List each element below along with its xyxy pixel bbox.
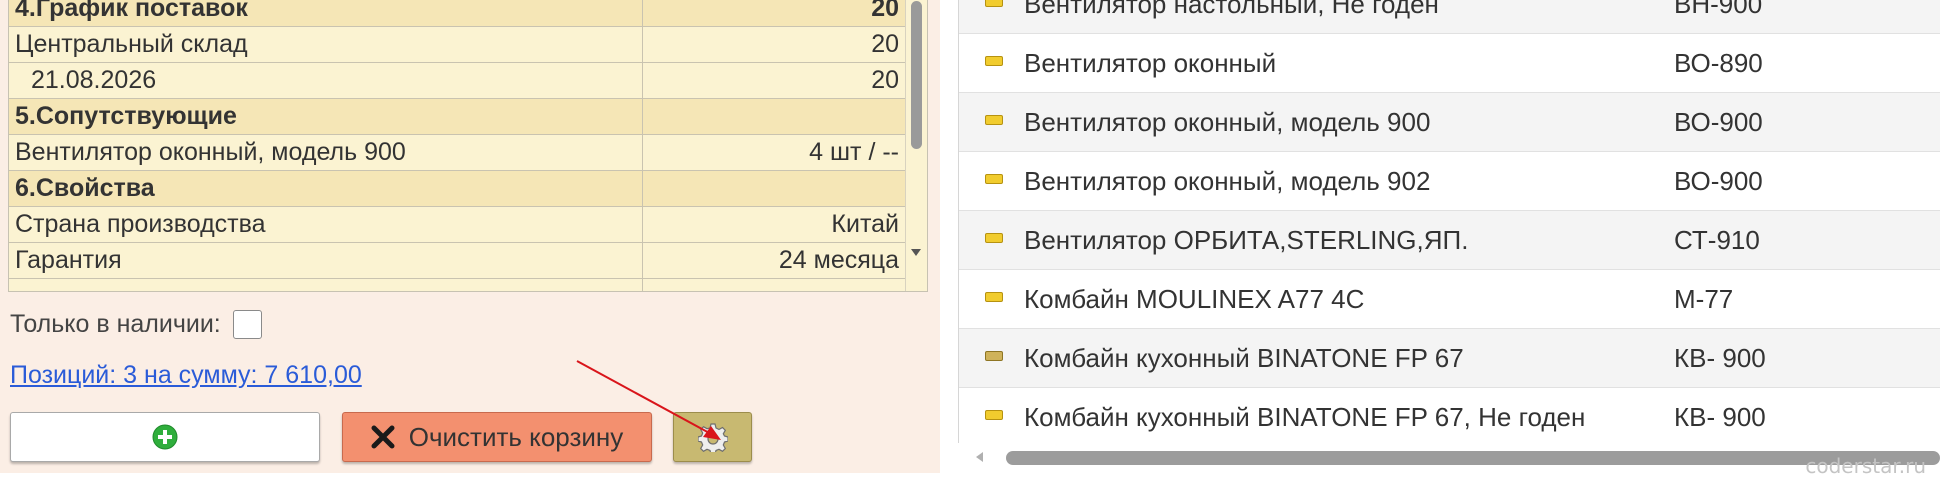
annotation-arrow — [576, 360, 721, 440]
table-row[interactable]: 6.Свойства — [9, 170, 906, 207]
item-icon — [985, 292, 1003, 302]
scrollbar-thumb[interactable] — [911, 1, 922, 149]
product-code: СТ-910 — [1674, 225, 1760, 255]
list-item[interactable]: Вентилятор оконный, модель 900 ВО-900 — [959, 93, 1940, 152]
product-code: ВО-890 — [1674, 48, 1763, 78]
add-button[interactable] — [10, 412, 320, 462]
row-name: 21.08.2026 — [9, 62, 643, 99]
row-value: 20 — [642, 26, 906, 63]
row-value: 20 — [642, 62, 906, 99]
row-name: Гарантия — [9, 242, 643, 279]
table-row[interactable]: Центральный склад 20 — [9, 26, 906, 63]
list-item[interactable]: Комбайн MOULINEX A77 4C М-77 — [959, 270, 1940, 329]
only-in-stock-label: Только в наличии: — [10, 310, 221, 338]
only-in-stock-filter: Только в наличии: — [10, 310, 262, 339]
watermark: coderstar.ru — [1805, 454, 1926, 478]
cart-panel: 4.График поставок 20 Центральный склад 2… — [0, 0, 940, 473]
row-name: 6.Свойства — [9, 170, 643, 207]
table-row[interactable]: Гарантия 24 месяца — [9, 242, 906, 279]
only-in-stock-checkbox[interactable] — [232, 310, 262, 339]
list-item[interactable]: Комбайн кухонный BINATONE FP 67, Не годе… — [959, 388, 1940, 447]
row-value — [642, 170, 906, 207]
product-code: ВН-900 — [1674, 0, 1763, 19]
table-row[interactable]: Страна производства Китай — [9, 206, 906, 243]
table-row[interactable]: Вентилятор оконный, модель 900 4 шт / -- — [9, 134, 906, 171]
product-name: Вентилятор оконный, модель 902 — [1024, 166, 1431, 196]
list-item[interactable]: Вентилятор ОРБИТА,STERLING,ЯП. СТ-910 — [959, 211, 1940, 270]
plus-circle-icon — [152, 424, 178, 450]
list-item[interactable]: Комбайн кухонный BINATONE FP 67 КВ- 900 — [959, 329, 1940, 388]
scroll-down-arrow-icon[interactable] — [911, 249, 921, 256]
item-icon — [985, 233, 1003, 243]
row-name: Центральный склад — [9, 26, 643, 63]
item-icon — [985, 56, 1003, 66]
horizontal-scrollbar[interactable] — [958, 443, 1940, 473]
product-name: Вентилятор оконный, модель 900 — [1024, 107, 1431, 137]
row-value — [642, 98, 906, 135]
product-name: Вентилятор оконный — [1024, 48, 1277, 78]
list-item[interactable]: Вентилятор оконный, модель 902 ВО-900 — [959, 152, 1940, 211]
row-name: Страна производства — [9, 206, 643, 243]
product-list: Вентилятор настольный, Не годен ВН-900 В… — [958, 0, 1940, 473]
table-row[interactable]: 21.08.2026 20 — [9, 62, 906, 99]
table-row[interactable]: 5.Сопутствующие — [9, 98, 906, 135]
list-item[interactable]: Вентилятор оконный ВО-890 — [959, 34, 1940, 93]
product-name: Вентилятор настольный, Не годен — [1024, 0, 1439, 19]
row-value — [642, 278, 906, 291]
item-icon — [985, 351, 1003, 361]
product-code: КВ- 900 — [1674, 402, 1766, 432]
product-code: ВО-900 — [1674, 107, 1763, 137]
list-item[interactable]: Вентилятор настольный, Не годен ВН-900 — [959, 0, 1940, 34]
product-name: Комбайн кухонный BINATONE FP 67, Не годе… — [1024, 402, 1586, 432]
item-icon — [985, 410, 1003, 420]
row-name: 4.График поставок — [9, 0, 643, 27]
item-icon — [985, 174, 1003, 184]
footer-strip — [0, 473, 1940, 490]
vertical-scrollbar[interactable] — [905, 0, 927, 291]
row-name: 5.Сопутствующие — [9, 98, 643, 135]
x-icon — [371, 425, 395, 449]
product-name: Вентилятор ОРБИТА,STERLING,ЯП. — [1024, 225, 1469, 255]
product-code: КВ- 900 — [1674, 343, 1766, 373]
row-value: 4 шт / -- — [642, 134, 906, 171]
product-code: ВО-900 — [1674, 166, 1763, 196]
item-icon — [985, 115, 1003, 125]
scrollbar-thumb[interactable] — [1006, 451, 1940, 465]
product-name: Комбайн MOULINEX A77 4C — [1024, 284, 1365, 314]
row-name: Вентилятор оконный, модель 900 — [9, 134, 643, 171]
table-row[interactable]: 4.График поставок 20 — [9, 0, 906, 27]
scroll-left-arrow-icon[interactable] — [976, 452, 983, 462]
product-name: Комбайн кухонный BINATONE FP 67 — [1024, 343, 1464, 373]
panel-divider — [940, 0, 958, 473]
cart-summary-link[interactable]: Позиций: 3 на сумму: 7 610,00 — [10, 361, 362, 390]
row-name — [9, 278, 643, 291]
product-code: М-77 — [1674, 284, 1734, 314]
item-icon — [985, 0, 1003, 7]
row-value: Китай — [642, 206, 906, 243]
row-value: 24 месяца — [642, 242, 906, 279]
table-row[interactable] — [9, 278, 906, 291]
row-value: 20 — [642, 0, 906, 27]
properties-table: 4.График поставок 20 Центральный склад 2… — [8, 0, 928, 292]
